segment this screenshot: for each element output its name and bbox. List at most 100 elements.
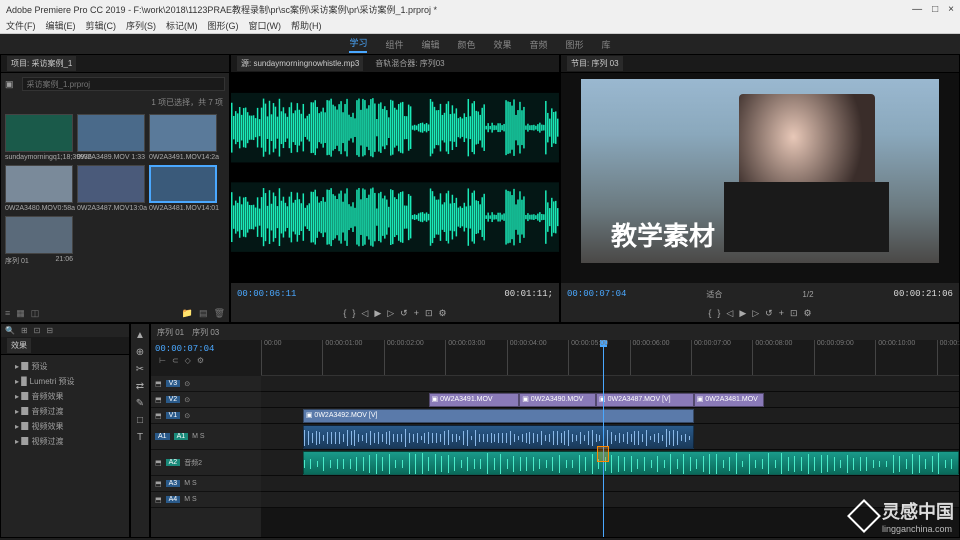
new-bin-icon[interactable]: 📁 bbox=[182, 308, 193, 319]
effects-folder-audio-fx[interactable]: ▸ ▉ 音频效果 bbox=[5, 389, 125, 404]
settings-icon[interactable]: ⚙ bbox=[197, 356, 204, 365]
track-header-v3[interactable]: ⬒V3⊙ bbox=[151, 376, 261, 392]
menu-help[interactable]: 帮助(H) bbox=[291, 19, 322, 32]
mark-in-icon[interactable]: { bbox=[708, 308, 711, 319]
type-tool-icon[interactable]: T bbox=[137, 432, 143, 443]
source-waveform-view[interactable] bbox=[231, 73, 559, 283]
effects-folder-audio-trans[interactable]: ▸ ▉ 音频过渡 bbox=[5, 404, 125, 419]
snap-icon[interactable]: ⊢ bbox=[159, 356, 166, 365]
pen-tool-icon[interactable]: ✎ bbox=[136, 398, 144, 409]
effects-folder-video-fx[interactable]: ▸ ▉ 视频效果 bbox=[5, 419, 125, 434]
razor-tool-icon[interactable]: ✂ bbox=[136, 364, 144, 375]
list-view-icon[interactable]: ≡ bbox=[5, 308, 10, 318]
extract-icon[interactable]: ⊡ bbox=[790, 308, 798, 319]
track-header-a1[interactable]: A1A1M S bbox=[151, 424, 261, 450]
menu-file[interactable]: 文件(F) bbox=[6, 19, 36, 32]
step-back-icon[interactable]: ◁ bbox=[361, 308, 368, 319]
program-timecode[interactable]: 00:00:07:04 bbox=[567, 289, 626, 299]
timeline-ruler[interactable]: 00:0000:00:01:0000:00:02:0000:00:03:0000… bbox=[261, 340, 959, 376]
freeform-view-icon[interactable]: ◫ bbox=[31, 308, 40, 319]
bin-item[interactable]: 0W2A3480.MOV0:58a bbox=[5, 165, 73, 212]
project-search-input[interactable] bbox=[22, 77, 225, 91]
workspace-tab-color[interactable]: 颜色 bbox=[457, 38, 475, 51]
timeline-audio-clip[interactable] bbox=[303, 425, 694, 449]
window-close-button[interactable]: × bbox=[948, 4, 954, 15]
effects-folder-video-trans[interactable]: ▸ ▉ 视频过渡 bbox=[5, 434, 125, 449]
ruler-tick: 00:00 bbox=[261, 340, 282, 375]
menu-marker[interactable]: 标记(M) bbox=[166, 19, 198, 32]
hand-tool-icon[interactable]: □ bbox=[137, 415, 143, 426]
icon-view-icon[interactable]: ▦ bbox=[16, 308, 25, 319]
track-select-tool-icon[interactable]: ⊕ bbox=[136, 347, 144, 358]
fx-search-icon[interactable]: 🔍 bbox=[5, 326, 15, 335]
workspace-tab-effects[interactable]: 效果 bbox=[494, 38, 512, 51]
insert-icon[interactable]: + bbox=[414, 308, 419, 319]
mark-out-icon[interactable]: } bbox=[352, 308, 355, 319]
workspace-tab-edit[interactable]: 编辑 bbox=[421, 38, 439, 51]
settings-icon[interactable]: ⚙ bbox=[804, 308, 812, 319]
new-item-icon[interactable]: ▤ bbox=[199, 308, 208, 319]
timeline-tab-seq01[interactable]: 序列 01 bbox=[157, 327, 184, 338]
export-frame-icon[interactable]: ⚙ bbox=[439, 308, 447, 319]
delete-icon[interactable]: 🗑 bbox=[214, 308, 225, 319]
bin-item[interactable]: 0W2A3487.MOV13:0a bbox=[77, 165, 145, 212]
overwrite-icon[interactable]: ⊡ bbox=[425, 308, 433, 319]
timeline-clip[interactable]: ▣ 0W2A3490.MOV bbox=[519, 393, 596, 407]
loop-icon[interactable]: ↺ bbox=[765, 308, 773, 319]
timeline-audio-clip[interactable] bbox=[303, 451, 959, 475]
track-header-a4[interactable]: ⬒A4M S bbox=[151, 492, 261, 508]
program-scale-dropdown[interactable]: 1/2 bbox=[802, 290, 813, 299]
workspace-tab-graphics[interactable]: 图形 bbox=[566, 38, 584, 51]
bin-item[interactable]: 序列 0121:06 bbox=[5, 216, 73, 266]
audio-mixer-tab[interactable]: 音轨混合器: 序列03 bbox=[371, 56, 448, 71]
step-back-icon[interactable]: ◁ bbox=[726, 308, 733, 319]
selection-tool-icon[interactable]: ▲ bbox=[135, 330, 145, 341]
menu-sequence[interactable]: 序列(S) bbox=[126, 19, 156, 32]
mark-out-icon[interactable]: } bbox=[717, 308, 720, 319]
program-view[interactable]: 教学素材 bbox=[561, 73, 959, 283]
lift-icon[interactable]: + bbox=[779, 308, 784, 319]
timeline-tab-seq03[interactable]: 序列 03 bbox=[192, 327, 219, 338]
play-icon[interactable]: ▶ bbox=[739, 308, 746, 319]
program-fit-dropdown[interactable]: 适合 bbox=[706, 289, 722, 300]
track-header-a2[interactable]: ⬒A2音频2 bbox=[151, 450, 261, 476]
play-icon[interactable]: ▶ bbox=[374, 308, 381, 319]
loop-icon[interactable]: ↺ bbox=[400, 308, 408, 319]
effects-folder-presets[interactable]: ▸ ▉ 预设 bbox=[5, 359, 125, 374]
bin-item[interactable]: 0W2A3489.MOV1:33 bbox=[77, 114, 145, 161]
source-in-timecode[interactable]: 00:00:06:11 bbox=[237, 289, 296, 299]
effects-tab[interactable]: 效果 bbox=[7, 338, 31, 353]
mark-in-icon[interactable]: { bbox=[343, 308, 346, 319]
menu-graphics[interactable]: 图形(G) bbox=[208, 19, 239, 32]
bin-item[interactable]: sundaymorningq1;18;39936 bbox=[5, 114, 73, 161]
timeline-clip[interactable]: ▣ 0W2A3492.MOV [V] bbox=[303, 409, 694, 423]
menu-window[interactable]: 窗口(W) bbox=[249, 19, 282, 32]
project-tab[interactable]: 项目: 采访案例_1 bbox=[7, 56, 76, 71]
marker-icon[interactable]: ◇ bbox=[185, 356, 191, 365]
timeline-timecode[interactable]: 00:00:07:04 bbox=[155, 344, 257, 354]
ruler-tick: 00:00:10:00 bbox=[875, 340, 915, 375]
menu-clip[interactable]: 剪辑(C) bbox=[86, 19, 117, 32]
bin-item[interactable]: 0W2A3491.MOV14:2a bbox=[149, 114, 217, 161]
step-fwd-icon[interactable]: ▷ bbox=[752, 308, 759, 319]
menu-edit[interactable]: 编辑(E) bbox=[46, 19, 76, 32]
bin-item[interactable]: 0W2A3481.MOV14:01 bbox=[149, 165, 217, 212]
program-tab[interactable]: 节目: 序列 03 bbox=[567, 56, 623, 71]
workspace-tab-assembly[interactable]: 组件 bbox=[385, 38, 403, 51]
timeline-clip[interactable]: ▣ 0W2A3487.MOV [V] bbox=[596, 393, 694, 407]
slip-tool-icon[interactable]: ⇄ bbox=[136, 381, 144, 392]
source-tab[interactable]: 源: sundaymorningnowhistle.mp3 bbox=[237, 56, 363, 71]
track-header-a3[interactable]: ⬒A3M S bbox=[151, 476, 261, 492]
timeline-clip[interactable]: ▣ 0W2A3481.MOV bbox=[694, 393, 764, 407]
window-minimize-button[interactable]: — bbox=[912, 4, 922, 15]
window-maximize-button[interactable]: □ bbox=[932, 4, 938, 15]
linked-selection-icon[interactable]: ⊂ bbox=[172, 356, 179, 365]
timeline-clip[interactable]: ▣ 0W2A3491.MOV bbox=[429, 393, 520, 407]
workspace-tab-library[interactable]: 库 bbox=[602, 38, 611, 51]
effects-folder-lumetri[interactable]: ▸ ▉ Lumetri 预设 bbox=[5, 374, 125, 389]
track-header-v2[interactable]: ⬒V2⊙ bbox=[151, 392, 261, 408]
workspace-tab-audio[interactable]: 音频 bbox=[530, 38, 548, 51]
step-fwd-icon[interactable]: ▷ bbox=[387, 308, 394, 319]
track-header-v1[interactable]: ⬒V1⊙ bbox=[151, 408, 261, 424]
workspace-tab-learn[interactable]: 学习 bbox=[349, 36, 367, 53]
